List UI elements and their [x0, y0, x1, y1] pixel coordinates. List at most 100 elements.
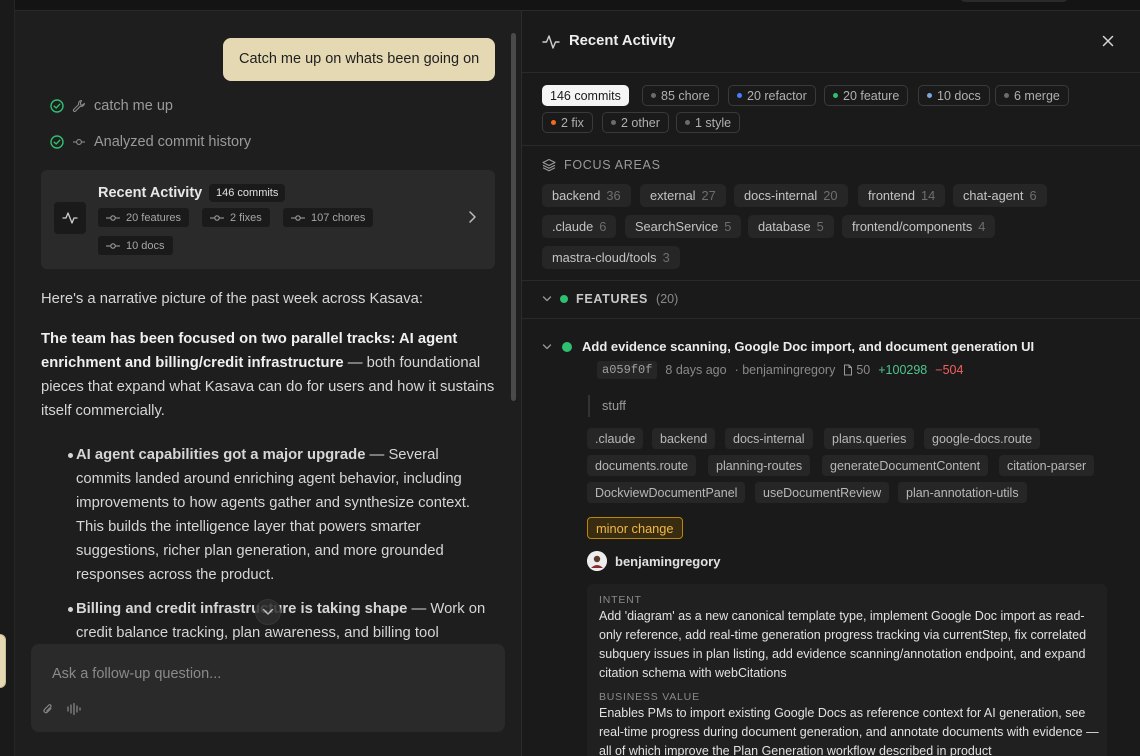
commit-icon — [210, 214, 224, 221]
paperclip-icon[interactable] — [42, 702, 54, 721]
scope-tag: plan-annotation-utils — [898, 482, 1027, 503]
filter-feature[interactable]: 20 feature — [824, 85, 909, 106]
follow-up-input[interactable] — [52, 662, 472, 686]
scope-tag: citation-parser — [999, 455, 1095, 476]
focus-area-chip[interactable]: docs-internal 20 — [734, 184, 848, 207]
focus-area-chip[interactable]: frontend/components 4 — [842, 215, 996, 238]
focus-area-chip[interactable]: chat-agent 6 — [953, 184, 1047, 207]
fix-dot — [551, 120, 556, 125]
commit-details: INTENT Add 'diagram' as a new canonical … — [587, 584, 1107, 756]
stat-docs: 10 docs — [98, 236, 173, 255]
step-label: catch me up — [94, 98, 173, 114]
commit-icon — [72, 135, 86, 149]
top-bar-pill — [958, 0, 1070, 2]
recent-activity-panel: Recent Activity 146 commits 85 chore 20 … — [521, 11, 1140, 756]
focus-area-chip[interactable]: database 5 — [748, 215, 834, 238]
left-rail-handle[interactable] — [0, 634, 6, 688]
list-item-bold: AI agent capabilities got a major upgrad… — [76, 447, 366, 463]
scroll-to-bottom-button[interactable] — [255, 599, 281, 625]
filter-style[interactable]: 1 style — [676, 112, 741, 133]
focus-area-chip[interactable]: frontend 14 — [858, 184, 946, 207]
step-catch-me-up: catch me up — [50, 98, 173, 114]
check-circle-icon — [50, 135, 64, 149]
filter-other[interactable]: 2 other — [602, 112, 669, 133]
stat-chores: 107 chores — [283, 208, 374, 227]
filter-refactor[interactable]: 20 refactor — [728, 85, 816, 106]
list-item-rest: — Several commits landed around enrichin… — [76, 447, 470, 583]
feature-dot — [560, 295, 568, 303]
filter-fix[interactable]: 2 fix — [542, 112, 593, 133]
business-value-text: Enables PMs to import existing Google Do… — [599, 706, 1099, 756]
bullet-dot — [68, 453, 73, 458]
bullet-dot — [68, 607, 73, 612]
panel-title: Recent Activity — [569, 33, 676, 49]
focus-area-chip[interactable]: external 27 — [640, 184, 726, 207]
feature-dot — [833, 93, 838, 98]
commit-author-meta: · benjamingregory — [734, 363, 836, 377]
filter-chore[interactable]: 85 chore — [642, 85, 719, 106]
commit-age: 8 days ago — [665, 363, 727, 377]
assistant-intro: Here's a narrative picture of the past w… — [41, 291, 423, 307]
scope-tag: .claude — [587, 428, 644, 449]
divider — [522, 280, 1140, 281]
list-item: AI agent capabilities got a major upgrad… — [61, 443, 491, 587]
chat-scroll-area[interactable]: Catch me up on whats been going on catch… — [15, 11, 521, 643]
focus-area-chip[interactable]: .claude 6 — [542, 215, 617, 238]
activity-pulse-icon — [54, 202, 86, 234]
scope-tag: generateDocumentContent — [822, 455, 989, 476]
impact-badge: minor change — [587, 517, 683, 539]
commit-meta: a059f0f 8 days ago · benjamingregory 50 … — [597, 361, 963, 379]
composer — [31, 644, 505, 732]
close-icon[interactable] — [1100, 33, 1116, 49]
commit-sha[interactable]: a059f0f — [597, 361, 658, 379]
scope-tag: plans.queries — [824, 428, 915, 449]
stat-fixes: 2 fixes — [202, 208, 270, 227]
merge-dot — [1004, 93, 1009, 98]
assistant-paragraph: The team has been focused on two paralle… — [41, 327, 501, 423]
scope-tag: useDocumentReview — [755, 482, 890, 503]
audio-waveform-icon[interactable] — [66, 702, 82, 721]
recent-activity-card[interactable]: Recent Activity 146 commits 20 features … — [41, 170, 495, 269]
filter-merge[interactable]: 6 merge — [995, 85, 1069, 106]
scope-tag: google-docs.route — [924, 428, 1041, 449]
additions: +100298 — [878, 363, 928, 377]
avatar — [587, 551, 607, 571]
chat-scrollbar[interactable] — [511, 33, 516, 401]
docs-dot — [927, 93, 932, 98]
chevron-down-icon — [542, 343, 552, 349]
features-count: (20) — [656, 292, 679, 306]
wrench-icon — [72, 99, 86, 113]
layers-icon — [542, 158, 556, 172]
divider — [522, 145, 1140, 146]
commit-title: Add evidence scanning, Google Doc import… — [582, 339, 1035, 354]
scope-tag: documents.route — [587, 455, 697, 476]
check-circle-icon — [50, 99, 64, 113]
commit-author: benjamingregory — [587, 551, 720, 571]
commit-message: stuff — [588, 395, 626, 417]
activity-card-title: Recent Activity — [98, 185, 203, 201]
chevron-down-icon — [542, 296, 552, 302]
intent-label: INTENT — [599, 594, 642, 606]
commit-icon — [291, 214, 305, 221]
filter-docs[interactable]: 10 docs — [918, 85, 990, 106]
filter-all-commits[interactable]: 146 commits — [542, 85, 629, 106]
scope-tag: DockviewDocumentPanel — [587, 482, 746, 503]
focus-area-chip[interactable]: backend 36 — [542, 184, 631, 207]
business-value-label: BUSINESS VALUE — [599, 691, 700, 703]
step-label: Analyzed commit history — [94, 134, 252, 150]
stat-features: 20 features — [98, 208, 190, 227]
activity-card-count: 146 commits — [209, 184, 286, 202]
user-message-bubble: Catch me up on whats been going on — [223, 38, 496, 81]
features-label: FEATURES — [576, 292, 649, 306]
commit-row-toggle[interactable]: Add evidence scanning, Google Doc import… — [542, 339, 1034, 354]
focus-area-chip[interactable]: SearchService 5 — [625, 215, 742, 238]
other-dot — [611, 120, 616, 125]
list-item-bold: Billing and credit infrastructure is tak… — [76, 601, 408, 617]
step-analyzed-history: Analyzed commit history — [50, 134, 251, 150]
commit-icon — [106, 214, 120, 221]
features-section-toggle[interactable]: FEATURES (20) — [542, 292, 678, 306]
divider — [522, 318, 1140, 319]
chat-panel: Catch me up on whats been going on catch… — [15, 11, 521, 756]
focus-area-chip[interactable]: mastra-cloud/tools 3 — [542, 246, 680, 269]
panel-header: Recent Activity — [522, 11, 1140, 73]
